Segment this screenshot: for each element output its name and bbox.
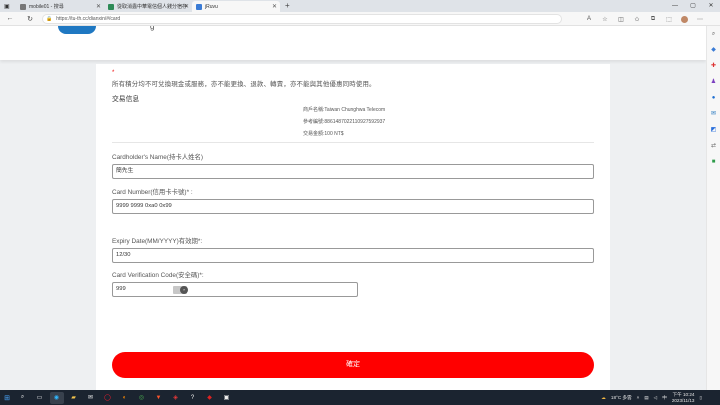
payment-form: * 所有積分均不可兌換現金或服務，亦不能更換、退款、轉賣，亦不能與其他優惠同時使…: [96, 64, 610, 390]
tab-title: 從取消蟲中華電信個人錢分宿存: [117, 4, 188, 10]
cardholder-label: Cardholder's Name(持卡人姓名): [112, 154, 204, 161]
weather-icon: ☁: [601, 394, 606, 400]
tab-bar: ▣ mobile01 - 搜尋 ✕ 從取消蟲中華電信個人錢分宿存 ✕ jRuvu…: [0, 0, 720, 12]
expiry-label: Expiry Date(MM/YYYY)有效期*:: [112, 238, 203, 245]
notification-icon[interactable]: ▯: [699, 395, 702, 401]
confirm-button[interactable]: 確定: [112, 352, 594, 378]
site-logo: [58, 26, 96, 34]
page-favicon-icon: [108, 3, 114, 10]
cvv-value: 999: [116, 286, 126, 292]
address-bar[interactable]: 🔒 https://tu-th.cc/dianxin/#/card: [42, 14, 562, 24]
search-taskbar-icon[interactable]: ⌕: [16, 392, 30, 404]
divider: [112, 142, 594, 143]
close-window-button[interactable]: ✕: [702, 0, 720, 12]
outlook-icon[interactable]: ✉: [707, 106, 720, 122]
clock-date: 2023/11/13: [671, 397, 695, 403]
favorites-icon[interactable]: ✩: [629, 16, 645, 23]
address-toolbar: ← ↻ 🔒 https://tu-th.cc/dianxin/#/card A …: [0, 12, 720, 26]
translate-icon[interactable]: ⇄: [707, 138, 720, 154]
tab-chunghwa[interactable]: 從取消蟲中華電信個人錢分宿存 ✕: [104, 1, 192, 12]
close-tab-icon[interactable]: ✕: [272, 3, 277, 10]
office-icon[interactable]: ●: [707, 90, 720, 106]
required-mark: *: [112, 70, 115, 76]
brave-icon[interactable]: ▼: [152, 392, 166, 404]
monitor-app-icon[interactable]: ▣: [220, 392, 234, 404]
opera-icon[interactable]: ◯: [101, 392, 115, 404]
reference-number: 參考編號:8861487022110927592937: [303, 119, 386, 125]
split-screen-icon[interactable]: ◫: [613, 16, 629, 23]
favorite-star-icon[interactable]: ☆: [597, 16, 613, 23]
clock-time: 下午 10:24: [672, 391, 695, 397]
cvv-help-icon[interactable]: ?: [173, 286, 188, 294]
extension-app-icon[interactable]: ■: [707, 154, 720, 170]
games-icon[interactable]: ♟: [707, 74, 720, 90]
task-view-icon[interactable]: ▭: [33, 392, 47, 404]
close-tab-icon[interactable]: ✕: [184, 3, 189, 10]
maximize-button[interactable]: ▢: [684, 0, 702, 12]
tab-mobile01[interactable]: mobile01 - 搜尋 ✕: [16, 1, 104, 12]
lock-icon: 🔒: [46, 16, 53, 22]
network-icon[interactable]: ▤: [644, 395, 648, 401]
ime-icon[interactable]: 中: [662, 395, 667, 401]
window-controls: — ▢ ✕: [666, 0, 720, 12]
vivaldi-icon[interactable]: ◈: [169, 392, 183, 404]
shopping-icon[interactable]: ◆: [707, 42, 720, 58]
section-title: 交易信息: [112, 96, 140, 103]
extensions-icon[interactable]: ⬚: [661, 16, 677, 23]
back-button[interactable]: ←: [4, 15, 16, 22]
mail-icon[interactable]: ✉: [84, 392, 98, 404]
volume-icon[interactable]: ◁: [654, 395, 658, 401]
collections-icon[interactable]: ⧉: [645, 16, 661, 23]
file-explorer-icon[interactable]: ▰: [67, 392, 81, 404]
profile-avatar[interactable]: [681, 15, 688, 23]
start-icon[interactable]: ⊞: [0, 394, 14, 402]
logo-mark-icon: g: [150, 26, 155, 31]
clock[interactable]: 下午 10:24 2023/11/13: [672, 392, 695, 404]
read-aloud-icon[interactable]: A: [581, 16, 597, 22]
new-tab-button[interactable]: +: [280, 1, 295, 12]
taskbar: ⊞ ⌕ ▭ ◉ ▰ ✉ ◯ ◐ ◎ ▼ ◈ ? ◆ ▣ ☁ 18°C 多雲 ˄ …: [0, 390, 720, 405]
expiry-input[interactable]: 12/30: [112, 248, 594, 263]
transaction-amount: 交易金額:100 NT$: [303, 131, 344, 137]
drop-icon[interactable]: ◩: [707, 122, 720, 138]
page-favicon-icon: [196, 3, 202, 10]
notice-text: 所有積分均不可兌換現金或服務，亦不能更換、退款、轉賣，亦不能與其他優惠同時使用。: [112, 81, 376, 88]
web-page: g * 所有積分均不可兌換現金或服務，亦不能更換、退款、轉賣，亦不能與其他優惠同…: [0, 26, 706, 390]
media-icon[interactable]: ◆: [203, 392, 217, 404]
card-number-input[interactable]: 9999 9999 0xa0 0x99: [112, 199, 594, 214]
weather-text: 18°C 多雲: [610, 394, 632, 400]
tray-expand-icon[interactable]: ˄: [637, 395, 640, 400]
minimize-button[interactable]: —: [666, 0, 684, 12]
tools-icon[interactable]: ✚: [707, 58, 720, 74]
card-number-label: Card Number(信用卡卡號)* :: [112, 189, 193, 196]
browser-tools: A ☆ ◫ ✩ ⧉ ⬚ ⋯: [581, 12, 708, 26]
tab-title: jRuvu: [205, 3, 218, 10]
tab-title: mobile01 - 搜尋: [29, 4, 64, 10]
cvv-label: Card Verification Code(安全碼)*:: [112, 272, 204, 279]
site-header: g: [0, 26, 706, 60]
cardholder-input[interactable]: 簡先生: [112, 164, 594, 179]
cvv-input[interactable]: 999 ?: [112, 282, 358, 297]
search-icon[interactable]: ⌕: [707, 26, 720, 42]
edge-taskbar-icon[interactable]: ◉: [49, 391, 64, 404]
merchant-name: 商戶名稱:Taiwan Chunghwa Telecom: [303, 107, 386, 113]
url-text: https://tu-th.cc/dianxin/#/card: [56, 16, 121, 22]
system-tray: ☁ 18°C 多雲 ˄ ▤ ◁ 中 下午 10:24 2023/11/13 ▯: [601, 390, 702, 405]
chrome-icon[interactable]: ◎: [135, 392, 149, 404]
help-icon[interactable]: ?: [186, 392, 200, 404]
more-menu-icon[interactable]: ⋯: [692, 16, 708, 23]
edge-sidebar: ⌕ ◆ ✚ ♟ ● ✉ ◩ ⇄ ■: [706, 26, 720, 390]
search-favicon-icon: [20, 3, 26, 10]
tab-actions-icon[interactable]: ▣: [0, 1, 16, 12]
refresh-button[interactable]: ↻: [24, 15, 36, 23]
close-tab-icon[interactable]: ✕: [96, 3, 101, 10]
firefox-icon[interactable]: ◐: [118, 392, 132, 404]
tab-jruvu[interactable]: jRuvu ✕: [192, 1, 280, 12]
